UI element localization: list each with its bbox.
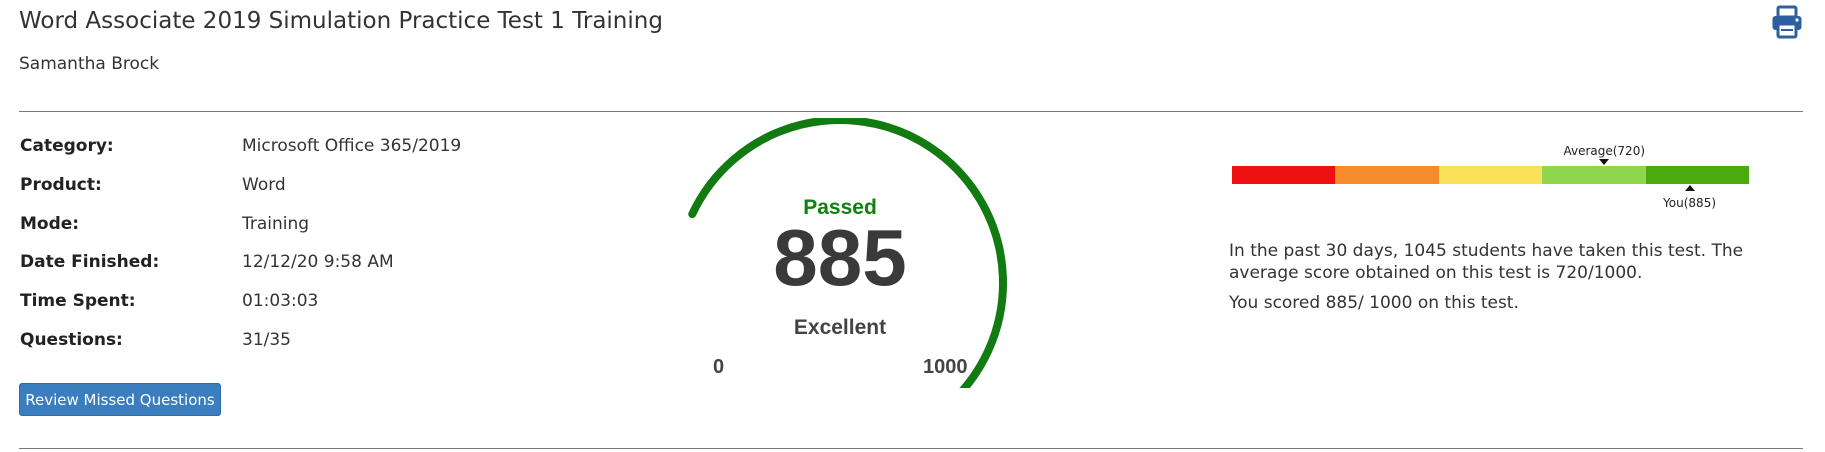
detail-label: Time Spent: [20,291,136,311]
detail-value: Microsoft Office 365/2019 [242,136,462,156]
scale-segment [1542,166,1646,184]
review-missed-questions-button[interactable]: Review Missed Questions [19,383,221,416]
detail-value: Word [242,175,286,195]
page-title: Word Associate 2019 Simulation Practice … [19,8,663,34]
detail-value: 31/35 [242,330,291,350]
summary-statistics-text: In the past 30 days, 1045 students have … [1229,241,1744,283]
detail-label: Product: [20,175,102,195]
detail-value: 12/12/20 9:58 AM [242,252,394,272]
top-divider [19,111,1803,112]
bottom-divider [19,448,1803,449]
student-name: Samantha Brock [19,54,160,74]
scale-segment [1232,166,1336,184]
score-gauge: Passed 885 Excellent 0 1000 [660,118,1020,388]
average-marker-label: Average(720) [1563,144,1646,158]
detail-label: Category: [20,136,114,156]
detail-value: Training [242,214,310,234]
average-marker-icon [1599,159,1610,165]
score-rating: Excellent [793,316,887,339]
print-icon[interactable] [1771,5,1803,39]
summary-your-score-text: You scored 885/ 1000 on this test. [1229,293,1519,313]
your-score-marker-icon [1684,185,1695,191]
score-distribution-scale: Average(720) You(885) [1232,144,1752,224]
detail-label: Date Finished: [20,252,160,272]
scale-segment [1438,166,1543,184]
score-summary: In the past 30 days, 1045 students have … [1229,240,1749,322]
gauge-max-label: 1000 [923,356,968,378]
scale-segment [1335,166,1439,184]
detail-label: Mode: [20,214,80,234]
score-value: 885 [773,213,907,302]
detail-label: Questions: [20,330,123,350]
scale-segment [1645,166,1749,184]
your-score-marker-label: You(885) [1663,196,1717,210]
detail-value: 01:03:03 [242,291,319,311]
gauge-min-label: 0 [713,356,725,378]
